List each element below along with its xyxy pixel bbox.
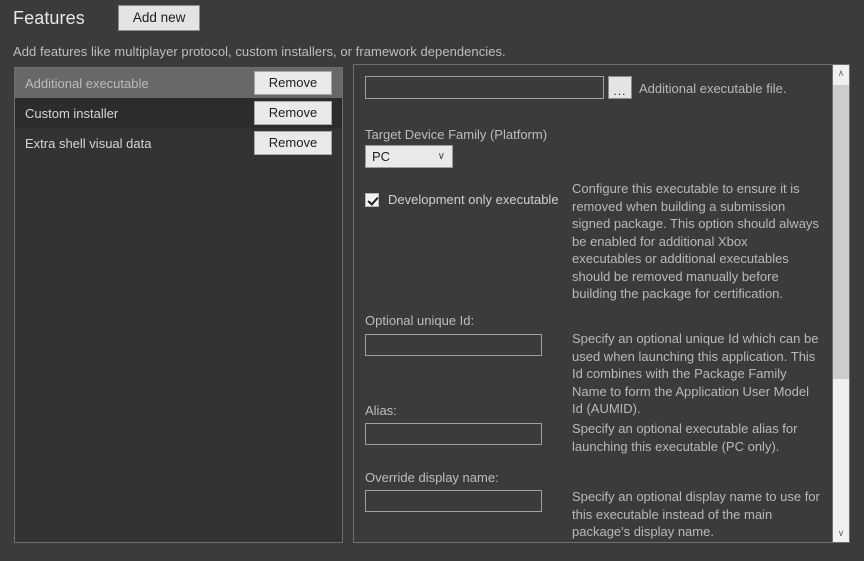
target-device-family-label: Target Device Family (Platform) [365,127,548,142]
list-item[interactable]: Extra shell visual data Remove [15,128,342,158]
development-only-description: Configure this executable to ensure it i… [572,181,819,301]
optional-unique-id-label: Optional unique Id: [365,313,475,328]
development-only-label: Development only executable [388,192,559,207]
override-display-name-input[interactable] [365,490,542,512]
alias-input[interactable] [365,423,542,445]
target-device-family-value: PC [372,149,391,164]
features-page: Features Add new Add features like multi… [0,0,864,561]
page-title: Features [13,8,85,28]
detail-scroll-content: ... Additional executable file. Target D… [354,65,833,542]
remove-button[interactable]: Remove [254,71,332,95]
list-item[interactable]: Additional executable Remove [15,68,342,98]
executable-file-description: Additional executable file. [639,81,787,96]
ellipsis-icon: ... [613,84,627,98]
add-new-button[interactable]: Add new [117,5,201,31]
optional-unique-id-description: Specify an optional unique Id which can … [572,331,819,416]
scrollbar-thumb[interactable] [833,85,849,379]
remove-button[interactable]: Remove [254,101,332,125]
optional-unique-id-input[interactable] [365,334,542,356]
list-item[interactable]: Custom installer Remove [15,98,342,128]
remove-button[interactable]: Remove [254,131,332,155]
page-subtitle: Add features like multiplayer protocol, … [13,44,506,59]
scroll-up-arrow-icon[interactable]: ∧ [833,65,849,82]
feature-detail-panel: ... Additional executable file. Target D… [353,64,850,543]
development-only-checkbox-row[interactable]: Development only executable [365,192,559,207]
header: Features Add new [13,5,201,31]
alias-label: Alias: [365,403,397,418]
detail-scrollbar[interactable]: ∧ ∨ [832,65,849,542]
scroll-down-arrow-icon[interactable]: ∨ [833,525,849,542]
alias-description: Specify an optional executable alias for… [572,421,798,454]
chevron-down-icon: ∨ [437,150,445,162]
target-device-family-select[interactable]: PC ∨ [365,145,453,168]
feature-list-panel: Additional executable Remove Custom inst… [14,67,343,543]
override-display-name-description: Specify an optional display name to use … [572,489,820,539]
checkbox-checked-icon[interactable] [365,192,379,207]
browse-button[interactable]: ... [608,76,632,99]
override-display-name-label: Override display name: [365,470,499,485]
executable-file-input[interactable] [365,76,604,99]
